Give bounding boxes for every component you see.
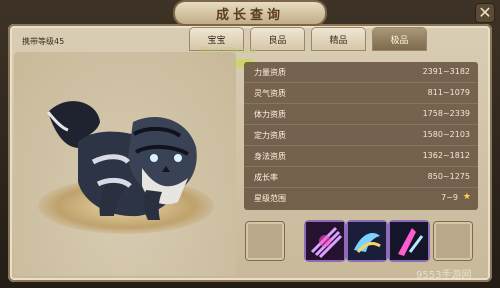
stat-label: 灵气资质 bbox=[254, 89, 286, 98]
skill-slot-2[interactable] bbox=[348, 222, 386, 260]
stat-label: 体力资质 bbox=[254, 110, 286, 119]
watermark: 9553手游网 bbox=[416, 270, 472, 281]
tab-liangpin[interactable]: 良品 bbox=[251, 28, 304, 50]
skill-wing-icon bbox=[348, 222, 386, 260]
carry-level-label: 携带等级45 bbox=[22, 37, 65, 46]
stat-value: 1362~1812 bbox=[422, 151, 470, 160]
title-plate: 成长查询 bbox=[175, 2, 325, 24]
window-title: 成长查询 bbox=[215, 7, 284, 23]
skill-slots bbox=[244, 222, 478, 266]
stat-row: 力量资质 2391~3182 bbox=[244, 62, 478, 83]
stats-table: 力量资质 2391~3182 灵气资质 811~1079 体力资质 1758~2… bbox=[244, 62, 478, 210]
skill-slot-1[interactable] bbox=[306, 222, 344, 260]
skill-slot-3[interactable] bbox=[390, 222, 428, 260]
stat-value: 1758~2339 bbox=[422, 109, 470, 118]
stat-label: 力量资质 bbox=[254, 68, 286, 77]
stat-value: 850~1275 bbox=[427, 172, 470, 181]
tiger-pet-image bbox=[46, 101, 197, 220]
tab-jingpin[interactable]: 精品 bbox=[312, 28, 365, 50]
stat-row: 灵气资质 811~1079 bbox=[244, 83, 478, 104]
stat-value: 1580~2103 bbox=[422, 130, 470, 139]
close-button[interactable]: ✕ bbox=[476, 4, 494, 22]
stat-label: 星级范围 bbox=[254, 194, 286, 203]
stat-label: 成长率 bbox=[254, 173, 278, 182]
tab-jipin[interactable]: 极品 bbox=[373, 28, 426, 50]
stat-row: 星级范围 7~9 ★ bbox=[244, 188, 478, 208]
stat-row: 身法资质 1362~1812 bbox=[244, 146, 478, 167]
skill-blade-icon bbox=[390, 222, 428, 260]
stat-row: 定力资质 1580~2103 bbox=[244, 125, 478, 146]
stat-value: 2391~3182 bbox=[422, 67, 470, 76]
stat-value: 7~9 bbox=[441, 193, 458, 202]
empty-skill-slot[interactable] bbox=[434, 222, 472, 260]
skill-claw-icon bbox=[306, 222, 344, 260]
stat-row: 体力资质 1758~2339 bbox=[244, 104, 478, 125]
stat-label: 定力资质 bbox=[254, 131, 286, 140]
stat-row: 成长率 850~1275 bbox=[244, 167, 478, 188]
stat-label: 身法资质 bbox=[254, 152, 286, 161]
empty-skill-slot[interactable] bbox=[246, 222, 284, 260]
stat-value: 811~1079 bbox=[427, 88, 470, 97]
star-icon: ★ bbox=[462, 192, 471, 202]
